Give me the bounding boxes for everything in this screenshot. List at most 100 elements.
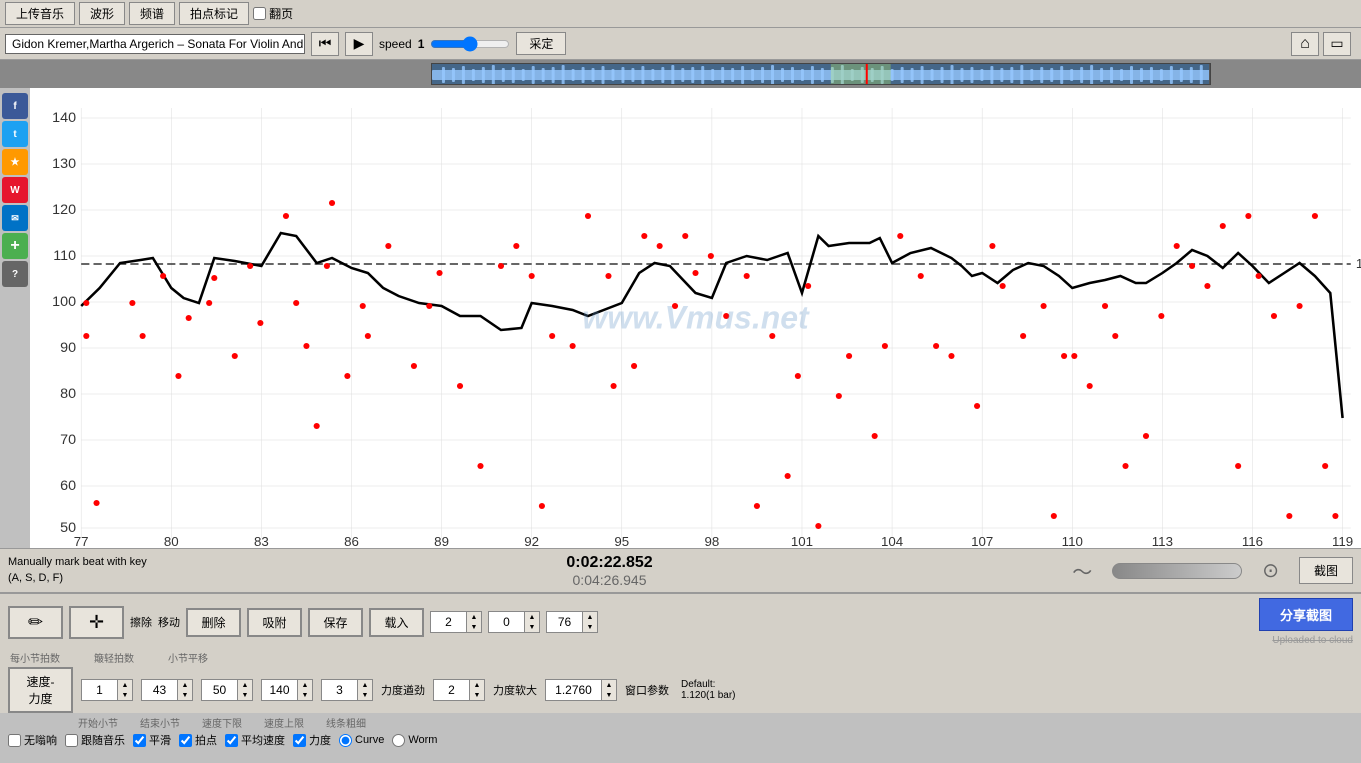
beat-count-up[interactable]: ▲ [525, 612, 539, 622]
svg-text:112.4: 112.4 [1356, 256, 1361, 271]
waveform-bar [0, 60, 1361, 88]
settings-button[interactable]: ▭ [1323, 32, 1351, 56]
line-width-input[interactable]: 3 [322, 681, 357, 699]
no-silence-checkbox[interactable]: 无嗡响 [8, 732, 57, 748]
bottom-controls: ✏ ✛ 擦除 移动 删除 吸附 保存 载入 2 ▲ ▼ 0 ▲ ▼ [0, 593, 1361, 713]
curve-value-spinner[interactable]: 1.2760 ▲ ▼ [545, 679, 617, 701]
facebook-button[interactable]: f [2, 93, 28, 119]
frequency-button[interactable]: 频谱 [129, 2, 175, 25]
screenshot-button[interactable]: 截图 [1299, 557, 1353, 584]
per-bar-beats-input[interactable]: 2 [431, 613, 466, 631]
erase-icon-button[interactable]: ✏ [8, 606, 63, 639]
curve-down[interactable]: ▼ [602, 690, 616, 700]
line-width-spinner[interactable]: 3 ▲ ▼ [321, 679, 373, 701]
svg-text:89: 89 [434, 534, 449, 548]
strength-checkbox[interactable]: 力度 [293, 732, 331, 748]
speed-high-down[interactable]: ▼ [298, 690, 312, 700]
upload-status: Uploaded to cloud [1272, 635, 1353, 646]
line-width-up[interactable]: ▲ [358, 680, 372, 690]
add-button[interactable]: + [2, 233, 28, 259]
strength-soft-up[interactable]: ▲ [470, 680, 484, 690]
worm-radio[interactable]: Worm [392, 734, 437, 747]
waveform-display[interactable] [431, 63, 1211, 85]
strength-soft-label: 力度软大 [493, 682, 537, 698]
import-button[interactable]: 载入 [369, 608, 424, 637]
speed-high-spinner[interactable]: 140 ▲ ▼ [261, 679, 313, 701]
help-button[interactable]: ? [2, 261, 28, 287]
speed-low-up[interactable]: ▲ [238, 680, 252, 690]
star-button[interactable]: ★ [2, 149, 28, 175]
end-bar-down[interactable]: ▼ [178, 690, 192, 700]
main-area: f t ★ W ✉ + ? [0, 88, 1361, 548]
page-flip-checkbox[interactable]: 翻页 [253, 5, 293, 22]
follow-music-checkbox[interactable]: 跟随音乐 [65, 732, 125, 748]
small-bar-input[interactable]: 76 [547, 613, 582, 631]
end-bar-spinner[interactable]: 43 ▲ ▼ [141, 679, 193, 701]
speed-high-input[interactable]: 140 [262, 681, 297, 699]
small-bar-down[interactable]: ▼ [583, 622, 597, 632]
default-info: Default: 1.120(1 bar) [681, 679, 735, 701]
start-bar-spinner[interactable]: 1 ▲ ▼ [81, 679, 133, 701]
wave-icon: 〜 [1072, 556, 1092, 585]
svg-text:90: 90 [60, 340, 76, 356]
svg-text:77: 77 [74, 534, 89, 548]
speed-high-label: 速度上限 [264, 715, 304, 730]
play-button[interactable]: ▶ [345, 32, 373, 56]
current-time: 0:02:22.852 [566, 554, 652, 572]
per-bar-label: 每小节拍数 [10, 650, 60, 665]
top-toolbar: 上传音乐 波形 频谱 拍点标记 翻页 [0, 0, 1361, 28]
beat-points-checkbox[interactable]: 拍点 [179, 732, 217, 748]
beat-count-label: 簸轻拍数 [94, 650, 134, 665]
speed-strength-button[interactable]: 速度-力度 [8, 667, 73, 713]
twitter-button[interactable]: t [2, 121, 28, 147]
smooth-checkbox[interactable]: 平滑 [133, 732, 171, 748]
start-bar-up[interactable]: ▲ [118, 680, 132, 690]
absorb-button[interactable]: 吸附 [247, 608, 302, 637]
beat-count-input[interactable]: 0 [489, 613, 524, 631]
move-icon-button[interactable]: ✛ [69, 606, 124, 639]
upload-music-button[interactable]: 上传音乐 [5, 2, 75, 25]
delete-button[interactable]: 删除 [186, 608, 241, 637]
speed-high-up[interactable]: ▲ [298, 680, 312, 690]
end-bar-input[interactable]: 43 [142, 681, 177, 699]
speed-slider[interactable] [430, 36, 510, 52]
per-bar-beats-up[interactable]: ▲ [467, 612, 481, 622]
mail-button[interactable]: ✉ [2, 205, 28, 231]
wave-slider[interactable] [1112, 563, 1242, 579]
confirm-button[interactable]: 采定 [516, 32, 566, 55]
line-thin-label: 线条粗细 [326, 715, 366, 730]
curve-up[interactable]: ▲ [602, 680, 616, 690]
speed-low-spinner[interactable]: 50 ▲ ▼ [201, 679, 253, 701]
small-bar-up[interactable]: ▲ [583, 612, 597, 622]
beat-mark-button[interactable]: 拍点标记 [179, 2, 249, 25]
strength-soft-spinner[interactable]: ▲ ▼ [433, 679, 485, 701]
end-bar-up[interactable]: ▲ [178, 680, 192, 690]
per-bar-beats-spinner[interactable]: 2 ▲ ▼ [430, 611, 482, 633]
curve-radio[interactable]: Curve [339, 734, 384, 747]
avg-speed-checkbox[interactable]: 平均速度 [225, 732, 285, 748]
line-width-down[interactable]: ▼ [358, 690, 372, 700]
svg-text:95: 95 [614, 534, 629, 548]
beat-count-spinner[interactable]: 0 ▲ ▼ [488, 611, 540, 633]
curve-value-input[interactable]: 1.2760 [546, 681, 601, 699]
erase-label: 擦除 [130, 614, 152, 630]
controls-row3: 无嗡响 跟随音乐 平滑 拍点 平均速度 力度 Curve Worm [8, 732, 1353, 748]
waveform-button[interactable]: 波形 [79, 2, 125, 25]
speed-low-input[interactable]: 50 [202, 681, 237, 699]
save-button[interactable]: 保存 [308, 608, 363, 637]
svg-text:119: 119 [1332, 534, 1353, 548]
speed-low-down[interactable]: ▼ [238, 690, 252, 700]
weibo-button[interactable]: W [2, 177, 28, 203]
svg-text:104: 104 [881, 534, 903, 548]
start-bar-input[interactable]: 1 [82, 681, 117, 699]
rewind-button[interactable]: ⏮ [311, 32, 339, 56]
per-bar-beats-down[interactable]: ▼ [467, 622, 481, 632]
home-button[interactable]: ⌂ [1291, 32, 1319, 56]
beat-count-down[interactable]: ▼ [525, 622, 539, 632]
small-bar-label: 小节平移 [168, 650, 208, 665]
share-screenshot-button[interactable]: 分享截图 [1259, 598, 1353, 631]
start-bar-down[interactable]: ▼ [118, 690, 132, 700]
strength-soft-down[interactable]: ▼ [470, 690, 484, 700]
strength-soft-input[interactable] [434, 681, 469, 699]
small-bar-spinner[interactable]: 76 ▲ ▼ [546, 611, 598, 633]
